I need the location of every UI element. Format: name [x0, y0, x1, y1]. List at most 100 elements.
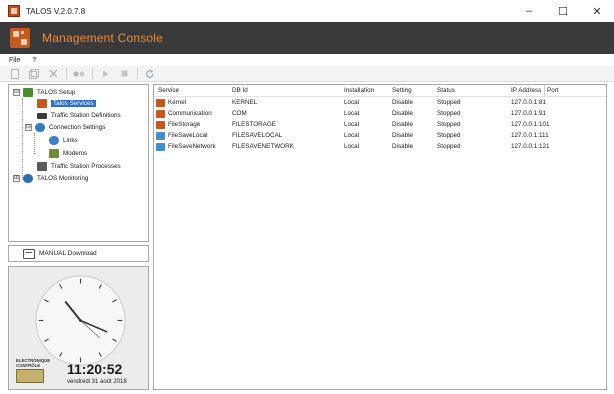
cell-installation: Local: [344, 132, 360, 139]
navigation-tree: ⊟ TALOS Setup Talos Services Traffic Sta…: [8, 84, 149, 242]
cell-status: Stopped: [437, 132, 461, 139]
column-header-service[interactable]: Service: [158, 85, 179, 97]
column-header-installation[interactable]: Installation: [344, 85, 374, 97]
cell-service: FileSaveLocal: [168, 132, 208, 139]
tree-item-modems[interactable]: Modems: [49, 148, 87, 159]
tree-item-label: Talos Services: [51, 100, 96, 107]
window-controls: – ☐ ✕: [512, 0, 614, 22]
tree-item-traffic-station-definitions[interactable]: Traffic Station Definitions: [37, 110, 121, 121]
play-icon[interactable]: [98, 68, 112, 80]
tree-guide-line: [34, 133, 35, 154]
cell-status: Stopped: [437, 143, 461, 150]
banner-title: Management Console: [42, 31, 164, 45]
title-bar: TALOS V.2.0.7.8 – ☐ ✕: [0, 0, 614, 22]
services-icon: [37, 99, 47, 108]
kernel-icon: [156, 99, 165, 107]
manual-download-label: MANUAL Download: [39, 250, 97, 257]
cell-setting: Disable: [392, 99, 413, 106]
tree-item-traffic-station-processes[interactable]: Traffic Station Processes: [37, 161, 121, 172]
connection-icon: [35, 123, 45, 132]
cell-setting: Disable: [392, 121, 413, 128]
communication-icon: [156, 110, 165, 118]
tree-item-links[interactable]: Links: [49, 135, 78, 146]
cell-db-id: FILESTORAGE: [232, 121, 276, 128]
cell-ip-port: 127.0.0.1:121: [511, 143, 550, 150]
tree-item-label: Connection Settings: [49, 124, 106, 131]
cell-setting: Disable: [392, 132, 413, 139]
refresh-icon[interactable]: [143, 68, 157, 80]
links-icon: [49, 136, 59, 145]
cell-db-id: FILESAVELOCAL: [232, 132, 283, 139]
column-header-setting[interactable]: Setting: [392, 85, 412, 97]
setup-icon: [23, 88, 33, 97]
toolbar-separator: [92, 68, 93, 79]
window-title: TALOS V.2.0.7.8: [26, 6, 86, 16]
cell-db-id: KERNEL: [232, 99, 258, 106]
menu-help[interactable]: ?: [29, 57, 39, 64]
cell-installation: Local: [344, 99, 360, 106]
table-row[interactable]: Communication COM Local Disable Stopped …: [154, 109, 606, 119]
header-banner: Management Console: [0, 22, 614, 54]
analog-clock: [35, 275, 126, 366]
tree-item-talos-services[interactable]: Talos Services: [37, 98, 96, 109]
cell-setting: Disable: [392, 110, 413, 117]
delete-icon[interactable]: [46, 68, 60, 80]
toolbar-separator: [66, 68, 67, 79]
connect-icon[interactable]: [72, 68, 86, 80]
column-header-ip-address[interactable]: IP Address: [511, 85, 546, 97]
table-row[interactable]: FileSaveLocal FILESAVELOCAL Local Disabl…: [154, 131, 606, 141]
column-header-db-id[interactable]: DB Id: [232, 85, 248, 97]
filesavelocal-icon: [156, 132, 165, 140]
cell-installation: Local: [344, 143, 360, 150]
toolbar-separator: [137, 68, 138, 79]
table-row[interactable]: Kernel KERNEL Local Disable Stopped 127.…: [154, 98, 606, 108]
brand-text: ELECTRONIQUE CONTRÔLE: [16, 358, 51, 368]
close-button[interactable]: ✕: [580, 0, 614, 22]
manual-icon: [23, 248, 35, 259]
menu-file[interactable]: File: [6, 57, 23, 64]
clock-date: vendredi 31 août 2018: [67, 379, 127, 385]
tree-item-talos-monitoring[interactable]: ⊞ TALOS Monitoring: [13, 173, 88, 184]
cell-db-id: FILESAVENETWORK: [232, 143, 294, 150]
services-table: Service DB Id Installation Setting Statu…: [153, 84, 607, 390]
cell-setting: Disable: [392, 143, 413, 150]
table-header: Service DB Id Installation Setting Statu…: [154, 85, 606, 97]
open-icon[interactable]: [27, 68, 41, 80]
cell-installation: Local: [344, 110, 360, 117]
column-header-port[interactable]: Port: [547, 85, 559, 97]
talos-logo-icon: [10, 28, 30, 48]
brand-logo: ELECTRONIQUE CONTRÔLE: [16, 358, 51, 383]
table-row[interactable]: FileStorage FILESTORAGE Local Disable St…: [154, 120, 606, 130]
tree-item-label: TALOS Monitoring: [37, 175, 89, 182]
collapse-icon[interactable]: ⊟: [13, 89, 20, 96]
tree-item-connection-settings[interactable]: ⊟ Connection Settings: [25, 122, 105, 133]
column-header-status[interactable]: Status: [437, 85, 455, 97]
maximize-button[interactable]: ☐: [546, 0, 580, 22]
menu-bar: File ?: [0, 54, 614, 66]
minimize-button[interactable]: –: [512, 0, 546, 22]
tree-item-label: Modems: [63, 150, 88, 157]
new-icon[interactable]: [8, 68, 22, 80]
cell-service: Communication: [168, 110, 212, 117]
cell-installation: Local: [344, 121, 360, 128]
table-row[interactable]: FileSaveNetwork FILESAVENETWORK Local Di…: [154, 142, 606, 152]
clock-panel: ELECTRONIQUE CONTRÔLE 11:20:52 vendredi …: [8, 266, 149, 390]
tree-item-label: TALOS Setup: [37, 89, 76, 96]
cell-ip-port: 127.0.0.1:91: [511, 110, 547, 117]
filesavenetwork-icon: [156, 143, 165, 151]
monitoring-icon: [23, 174, 33, 183]
toolbar: [0, 66, 614, 82]
manual-download-button[interactable]: MANUAL Download: [8, 245, 149, 262]
app-icon: [8, 5, 20, 17]
expand-icon[interactable]: ⊞: [13, 175, 20, 182]
cell-db-id: COM: [232, 110, 247, 117]
collapse-icon[interactable]: ⊟: [25, 124, 32, 131]
stop-icon[interactable]: [117, 68, 131, 80]
cell-ip-port: 127.0.0.1:111: [511, 132, 549, 139]
cell-status: Stopped: [437, 121, 461, 128]
filestorage-icon: [156, 121, 165, 129]
tree-item-label: Traffic Station Definitions: [51, 112, 121, 119]
modems-icon: [49, 149, 59, 158]
tree-item-talos-setup[interactable]: ⊟ TALOS Setup: [13, 87, 75, 98]
clock-time: 11:20:52: [67, 361, 123, 377]
